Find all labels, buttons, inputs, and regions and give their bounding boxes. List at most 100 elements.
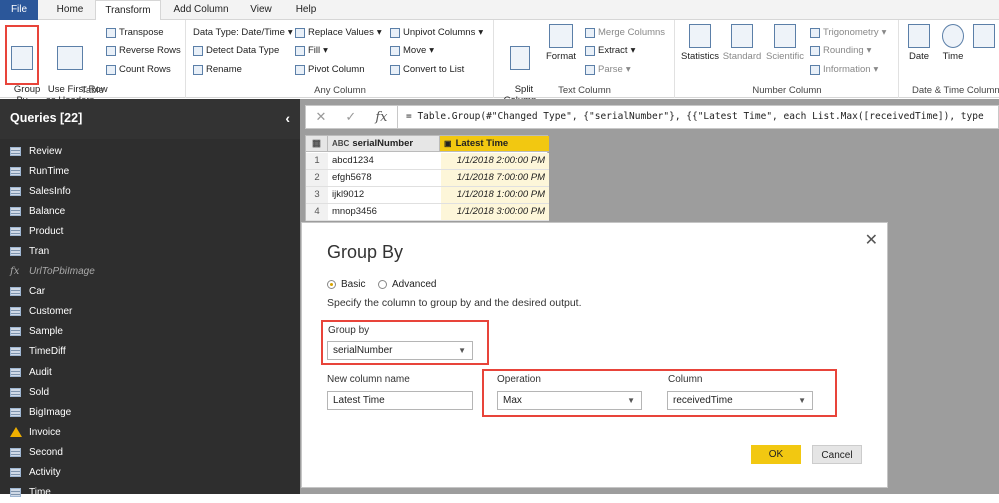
reverse-rows-label: Reverse Rows bbox=[119, 45, 181, 56]
query-item-label: Second bbox=[29, 446, 63, 458]
query-item[interactable]: Time bbox=[0, 483, 300, 503]
tab-help[interactable]: Help bbox=[287, 0, 325, 20]
table-icon bbox=[10, 407, 21, 417]
cancel-button[interactable]: Cancel bbox=[812, 445, 862, 464]
basic-radio[interactable]: Basic bbox=[327, 279, 365, 290]
query-item-label: Balance bbox=[29, 205, 66, 217]
tab-view[interactable]: View bbox=[243, 0, 279, 20]
query-item[interactable]: Tran bbox=[0, 241, 300, 261]
rounding-button[interactable]: Rounding ▾ bbox=[810, 45, 871, 56]
query-item[interactable]: Car bbox=[0, 282, 300, 302]
query-item-label: Sample bbox=[29, 326, 63, 338]
cancel-formula-icon[interactable]: ✕ bbox=[316, 109, 327, 125]
scientific-button[interactable]: Scientific bbox=[764, 24, 806, 62]
function-icon: fx bbox=[10, 266, 20, 278]
group-number-column: Statistics Standard Scientific Trigonome… bbox=[676, 20, 899, 98]
serial-number-cell: ijkl9012 bbox=[332, 189, 365, 200]
table-menu-icon[interactable]: ▦ bbox=[306, 136, 328, 152]
table-row[interactable]: 4 mnop3456 1/1/2018 3:00:00 PM bbox=[306, 204, 549, 221]
group-label-any-column: Any Column bbox=[314, 85, 366, 96]
column-header-label: Latest Time bbox=[455, 138, 509, 149]
query-item-label: Tran bbox=[29, 246, 50, 258]
query-item-label: Time bbox=[29, 487, 51, 499]
unpivot-columns-button[interactable]: Unpivot Columns ▾ bbox=[390, 27, 483, 38]
parse-label: Parse bbox=[598, 64, 623, 75]
query-item[interactable]: RunTime bbox=[0, 161, 300, 181]
table-row[interactable]: 3 ijkl9012 1/1/2018 1:00:00 PM bbox=[306, 187, 549, 204]
data-grid: ▦ ABC serialNumber ▣ Latest Time 1 abcd1234… bbox=[305, 135, 549, 221]
collapse-chevron-icon[interactable]: ‹ bbox=[285, 110, 290, 126]
tab-home[interactable]: Home bbox=[48, 0, 92, 20]
query-item[interactable]: Invoice bbox=[0, 422, 300, 442]
group-label-text-column: Text Column bbox=[558, 85, 611, 96]
tab-add-column[interactable]: Add Column bbox=[166, 0, 236, 20]
extract-button[interactable]: Extract ▾ bbox=[585, 45, 635, 56]
close-icon[interactable]: ✕ bbox=[865, 230, 878, 250]
query-item[interactable]: Review bbox=[0, 141, 300, 161]
query-item[interactable]: SalesInfo bbox=[0, 181, 300, 201]
parse-button[interactable]: Parse ▾ bbox=[585, 64, 631, 75]
query-item[interactable]: Sold bbox=[0, 382, 300, 402]
pivot-column-button[interactable]: Pivot Column bbox=[295, 64, 365, 75]
commit-formula-icon[interactable]: ✓ bbox=[345, 109, 356, 125]
serial-number-cell: efgh5678 bbox=[332, 172, 372, 183]
convert-to-list-button[interactable]: Convert to List bbox=[390, 64, 464, 75]
fill-button[interactable]: Fill ▾ bbox=[295, 45, 328, 56]
serial-number-cell: mnop3456 bbox=[332, 206, 377, 217]
row-number: 1 bbox=[306, 153, 328, 169]
duration-button[interactable] bbox=[972, 24, 996, 51]
transpose-button[interactable]: Transpose bbox=[106, 27, 164, 38]
new-column-name-input[interactable]: Latest Time bbox=[327, 391, 473, 410]
query-item-label: TimeDiff bbox=[29, 346, 66, 358]
format-button[interactable]: Format bbox=[543, 24, 579, 62]
replace-values-button[interactable]: Replace Values ▾ bbox=[295, 27, 382, 38]
reverse-rows-button[interactable]: Reverse Rows bbox=[106, 45, 181, 56]
query-item[interactable]: Second bbox=[0, 442, 300, 462]
time-label: Time bbox=[942, 51, 964, 62]
query-item[interactable]: Balance bbox=[0, 201, 300, 221]
data-type-dropdown[interactable]: Data Type: Date/Time ▾ bbox=[193, 27, 293, 38]
query-item[interactable]: TimeDiff bbox=[0, 342, 300, 362]
column-header-serialnumber[interactable]: ABC serialNumber bbox=[328, 136, 440, 152]
table-icon bbox=[10, 488, 21, 498]
fx-icon[interactable]: fx bbox=[375, 110, 387, 125]
standard-button[interactable]: Standard bbox=[722, 24, 762, 62]
query-item[interactable]: fx UrlToPbiImage bbox=[0, 262, 300, 282]
move-button[interactable]: Move ▾ bbox=[390, 45, 434, 56]
text-type-icon: ABC bbox=[332, 139, 350, 148]
tab-transform[interactable]: Transform bbox=[95, 0, 161, 21]
count-rows-button[interactable]: Count Rows bbox=[106, 64, 171, 75]
table-row[interactable]: 2 efgh5678 1/1/2018 7:00:00 PM bbox=[306, 170, 549, 187]
latest-time-cell: 1/1/2018 7:00:00 PM bbox=[441, 170, 549, 186]
rename-button[interactable]: Rename bbox=[193, 64, 242, 75]
tab-file[interactable]: File bbox=[0, 0, 38, 20]
merge-columns-button[interactable]: Merge Columns bbox=[585, 27, 665, 38]
table-icon bbox=[10, 367, 21, 377]
query-item[interactable]: BigImage bbox=[0, 402, 300, 422]
query-item-label: Car bbox=[29, 286, 46, 298]
column-header-label: serialNumber bbox=[352, 138, 414, 149]
query-item[interactable]: Customer bbox=[0, 302, 300, 322]
data-type-label: Data Type: Date/Time bbox=[193, 27, 285, 38]
information-button[interactable]: Information ▾ bbox=[810, 64, 878, 75]
detect-data-type-button[interactable]: Detect Data Type bbox=[193, 45, 279, 56]
table-row[interactable]: 1 abcd1234 1/1/2018 2:00:00 PM bbox=[306, 153, 549, 170]
table-icon bbox=[10, 387, 21, 397]
statistics-button[interactable]: Statistics bbox=[678, 24, 722, 62]
new-column-name-label: New column name bbox=[327, 374, 410, 385]
transpose-icon bbox=[106, 27, 116, 38]
time-button[interactable]: Time bbox=[938, 24, 968, 62]
table-icon bbox=[10, 166, 21, 176]
query-item[interactable]: Activity bbox=[0, 463, 300, 483]
dropdown-arrow-icon: ▾ bbox=[630, 45, 636, 56]
query-item[interactable]: Audit bbox=[0, 362, 300, 382]
query-item[interactable]: Product bbox=[0, 221, 300, 241]
trigonometry-button[interactable]: Trigonometry ▾ bbox=[810, 27, 886, 38]
ok-button[interactable]: OK bbox=[751, 445, 801, 464]
column-header-latest-time[interactable]: ▣ Latest Time bbox=[440, 136, 549, 152]
advanced-radio[interactable]: Advanced bbox=[378, 279, 436, 290]
pivot-label: Pivot Column bbox=[308, 64, 365, 75]
date-button[interactable]: Date bbox=[904, 24, 934, 62]
formula-text[interactable]: = Table.Group(#"Changed Type", {"serialN… bbox=[406, 111, 984, 122]
query-item[interactable]: Sample bbox=[0, 322, 300, 342]
